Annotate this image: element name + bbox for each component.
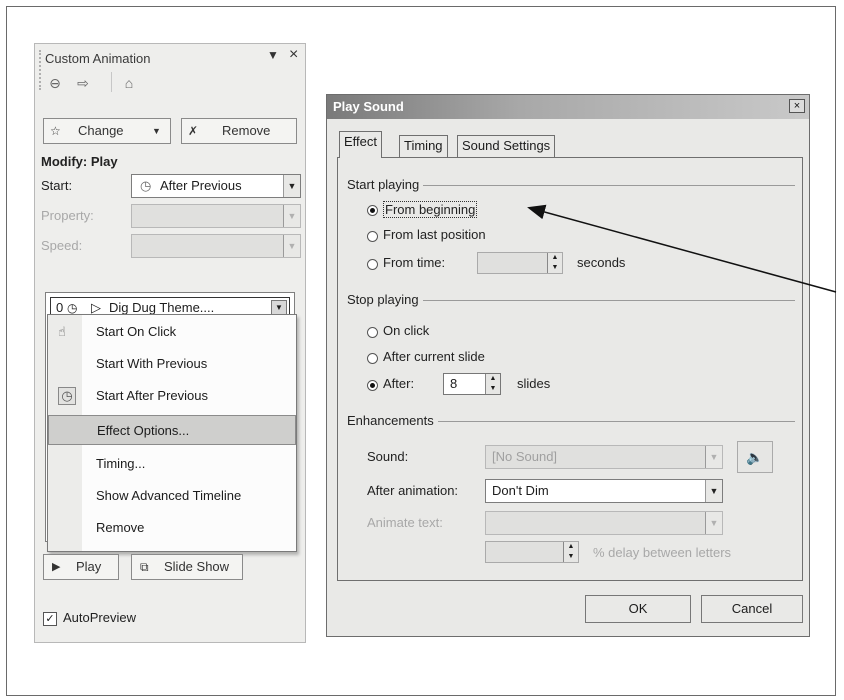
callout-arrow xyxy=(527,204,837,293)
tab-effect[interactable]: Effect xyxy=(339,131,383,158)
